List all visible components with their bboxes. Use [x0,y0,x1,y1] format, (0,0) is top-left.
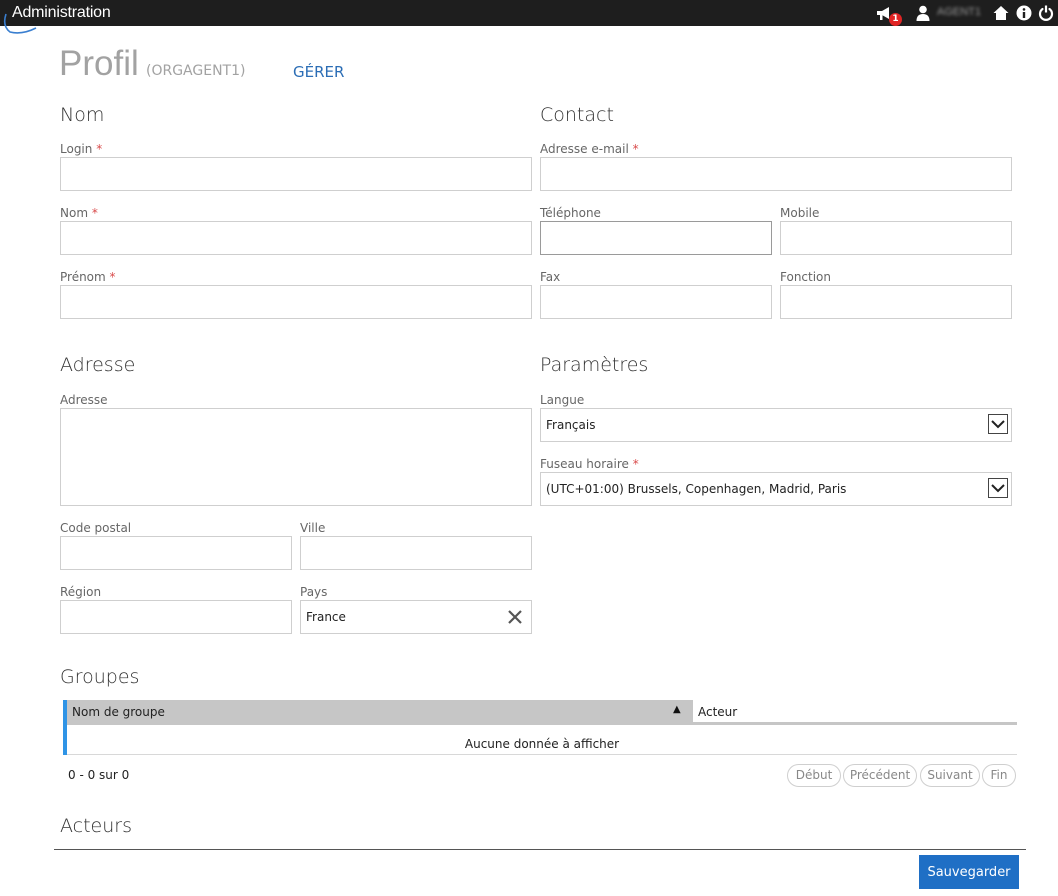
postal-code-label: Code postal [60,521,132,535]
nom-field[interactable] [60,221,532,255]
pager-last-button[interactable]: Fin [982,764,1016,787]
clear-icon[interactable] [508,610,522,624]
empty-message: Aucune donnée à afficher [464,737,620,751]
email-field[interactable] [540,157,1012,191]
language-label: Langue [540,393,585,407]
pager-first-button[interactable]: Début [787,764,841,787]
prenom-label: Prénom * [60,270,116,284]
country-label: Pays [300,585,328,599]
page-subtitle: (ORGAGENT1) [146,63,246,79]
column-header-group-name[interactable]: Nom de groupe ▲ [67,700,693,725]
postal-code-field[interactable] [60,536,292,570]
language-select[interactable]: Français [540,408,1012,442]
country-value: France [306,610,346,624]
sort-ascending-icon[interactable]: ▲ [673,704,681,715]
country-field[interactable]: France [300,600,532,634]
manage-link[interactable]: GÉRER [293,63,344,81]
user-icon[interactable] [916,5,930,21]
timezone-select[interactable]: (UTC+01:00) Brussels, Copenhagen, Madrid… [540,472,1012,506]
app-brand[interactable]: Administration [0,0,120,34]
timezone-label: Fuseau horaire * [540,457,639,471]
address-textarea[interactable] [60,408,532,506]
section-divider [54,849,1026,850]
email-label: Adresse e-mail * [540,142,639,156]
section-heading-adresse: Adresse [60,354,136,376]
section-heading-acteurs: Acteurs [60,815,133,837]
region-field[interactable] [60,600,292,634]
function-label: Fonction [780,270,832,284]
chevron-down-icon[interactable] [988,414,1008,434]
fax-field[interactable] [540,285,772,319]
app-title: Administration [12,4,111,21]
phone-label: Téléphone [540,206,601,220]
top-bar: Administration 1 AGENT1 [0,0,1058,34]
grid-body: Aucune donnée à afficher [67,725,1017,755]
pager-info: 0 - 0 sur 0 [68,768,130,782]
column-header-label: Nom de groupe [72,705,165,719]
section-heading-parametres: Paramètres [540,354,649,376]
timezone-value: (UTC+01:00) Brussels, Copenhagen, Madrid… [546,482,847,496]
address-label: Adresse [60,393,108,407]
chevron-down-icon[interactable] [988,478,1008,498]
section-heading-contact: Contact [540,104,614,126]
region-label: Région [60,585,102,599]
fax-label: Fax [540,270,561,284]
notification-badge: 1 [889,13,902,26]
save-button[interactable]: Sauvegarder [919,855,1019,889]
mobile-field[interactable] [780,221,1012,255]
pager-previous-button[interactable]: Précédent [843,764,917,787]
section-heading-nom: Nom [60,104,105,126]
user-name[interactable]: AGENT1 [937,6,981,18]
page-title: Profil [59,44,139,83]
home-icon[interactable] [993,5,1009,21]
function-field[interactable] [780,285,1012,319]
login-field[interactable] [60,157,532,191]
section-heading-groupes: Groupes [60,666,140,688]
city-field[interactable] [300,536,532,570]
pager-next-button[interactable]: Suivant [920,764,980,787]
nom-label: Nom * [60,206,98,220]
language-value: Français [546,418,596,432]
column-header-actor[interactable]: Acteur [693,700,1017,725]
column-header-label: Acteur [698,705,738,719]
prenom-field[interactable] [60,285,532,319]
city-label: Ville [300,521,326,535]
mobile-label: Mobile [780,206,820,220]
phone-field[interactable] [540,221,772,255]
login-label: Login * [60,142,103,156]
info-icon[interactable] [1016,5,1032,21]
power-icon[interactable] [1038,5,1054,21]
